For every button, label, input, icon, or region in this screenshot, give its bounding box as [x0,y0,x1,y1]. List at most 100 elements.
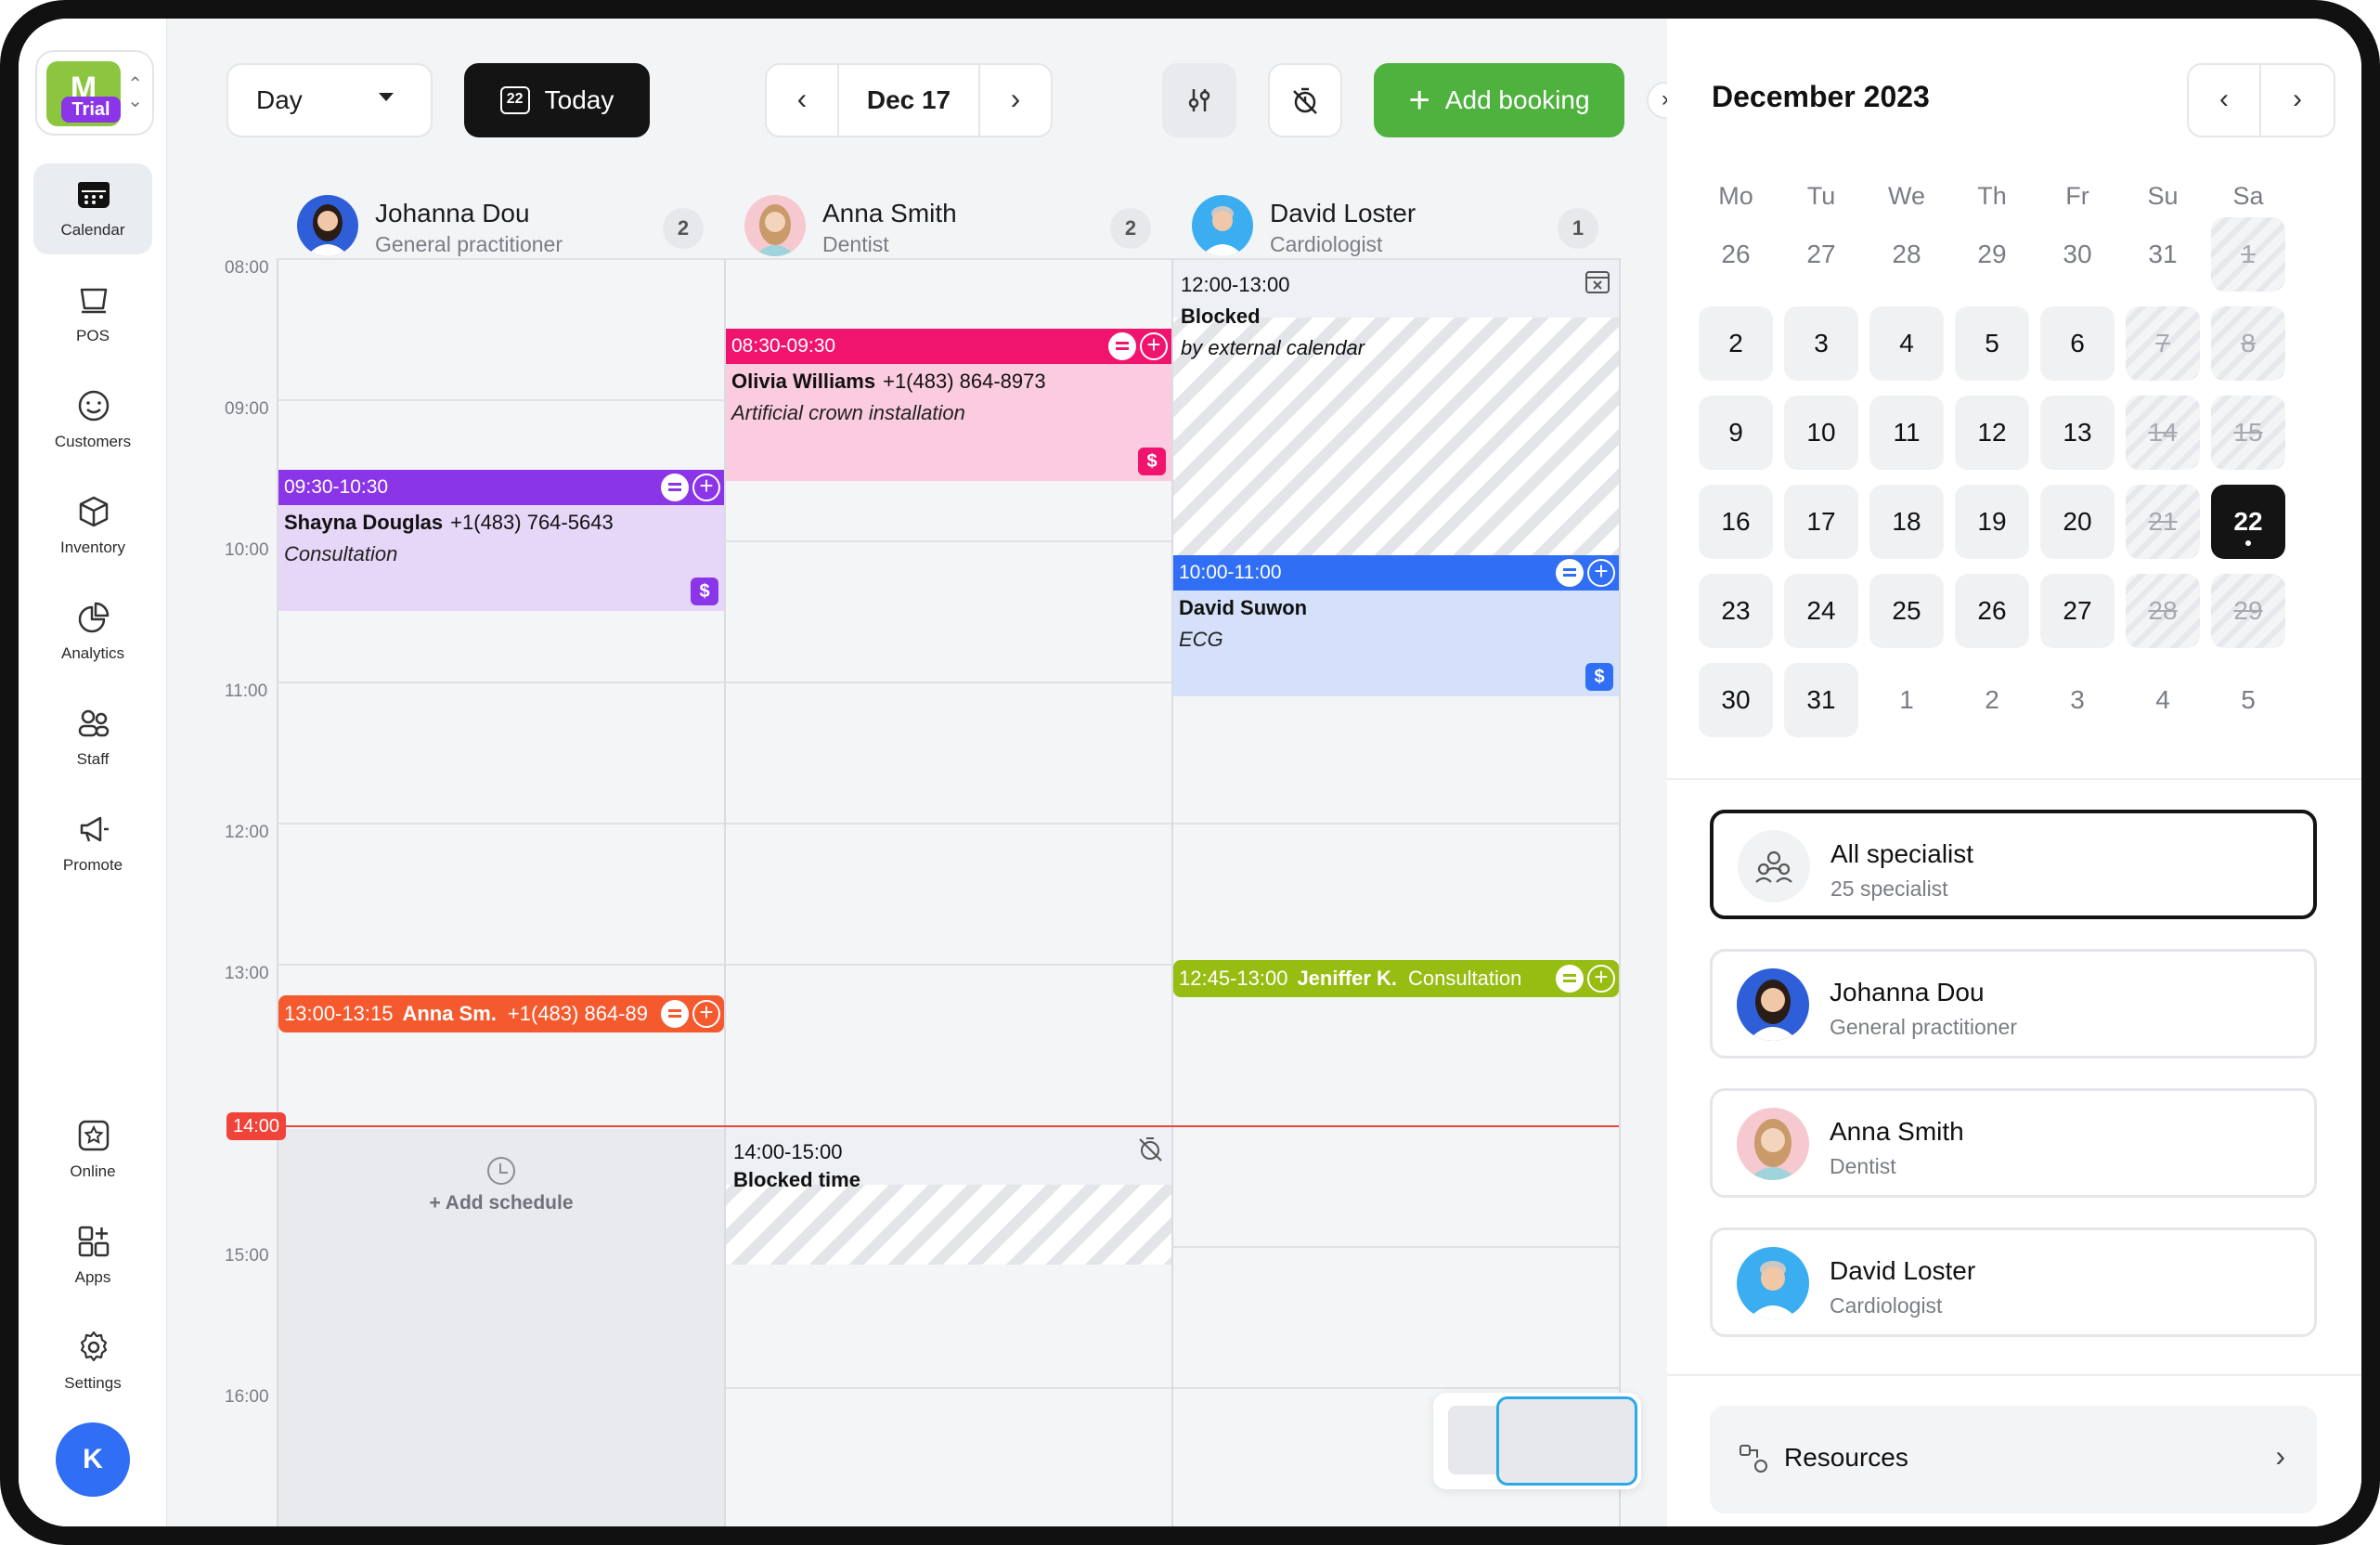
apps-icon [78,1226,110,1257]
booking-card[interactable]: 10:00-11:00 + David Suwon ECG $ [1173,555,1619,696]
chat-icon[interactable] [661,1000,689,1028]
calendar-day[interactable]: 28 [2126,574,2200,648]
timer-off-icon[interactable] [1136,1135,1164,1162]
weekday-label: Mo [1718,182,1753,210]
calendar-day[interactable]: 30 [2040,217,2115,292]
user-avatar[interactable]: K [56,1422,130,1497]
calendar-day[interactable]: 13 [2040,396,2115,470]
specialist-item[interactable]: Johanna Dou General practitioner [1710,949,2317,1058]
calendar-day[interactable]: 12 [1955,396,2029,470]
calendar-day[interactable]: 30 [1699,663,1773,737]
calendar-day[interactable]: 31 [1784,663,1858,737]
sidebar-item-settings[interactable]: Settings [33,1317,152,1408]
chat-icon[interactable] [1556,559,1584,587]
sidebar-item-apps[interactable]: Apps [33,1211,152,1302]
blocked-external-block[interactable]: 12:00-13:00 Blocked by external calendar [1173,260,1619,570]
sidebar-item-online[interactable]: Online [33,1105,152,1196]
calendar-day[interactable]: 1 [2211,217,2285,292]
chat-icon[interactable] [1108,332,1136,360]
add-booking-button[interactable]: + Add booking [1374,63,1624,137]
calendar-day[interactable]: 15 [2211,396,2285,470]
calendar-day[interactable]: 8 [2211,306,2285,381]
sidebar-item-promote[interactable]: Promote [33,798,152,889]
blocked-title: Blocked [1181,305,1261,328]
calendar-day[interactable]: 5 [1955,306,2029,381]
calendar-day[interactable]: 6 [2040,306,2115,381]
resources-button[interactable]: Resources › [1710,1406,2317,1513]
calendar-day[interactable]: 17 [1784,485,1858,559]
prev-day-button[interactable]: ‹ [767,65,839,136]
calendar-day[interactable]: 9 [1699,396,1773,470]
minimap[interactable] [1433,1393,1641,1489]
calendar-day[interactable]: 26 [1955,574,2029,648]
view-select[interactable]: Day [226,63,433,137]
next-month-button[interactable]: › [2261,65,2334,136]
calendar-day[interactable]: 10 [1784,396,1858,470]
timer-off-button[interactable] [1268,63,1342,137]
next-day-button[interactable]: › [978,65,1051,136]
calendar-day[interactable]: 31 [2126,217,2200,292]
hour-line [278,823,1621,824]
specialist-all[interactable]: All specialist 25 specialist [1710,810,2317,919]
add-icon[interactable]: + [692,474,720,501]
specialist-item[interactable]: David Loster Cardiologist [1710,1227,2317,1337]
staff-column-header[interactable]: Johanna Dou General practitioner 2 [278,178,726,271]
sidebar-item-calendar[interactable]: Calendar [33,163,152,254]
calendar-day[interactable]: 27 [2040,574,2115,648]
filter-button[interactable] [1162,63,1236,137]
calendar-day[interactable]: 20 [2040,485,2115,559]
chat-icon[interactable] [1556,965,1584,993]
calendar-day[interactable]: 3 [1784,306,1858,381]
specialist-sub: Cardiologist [1830,1293,1943,1318]
blocked-time-block[interactable]: 14:00-15:00 Blocked time [726,1127,1171,1265]
calendar-day[interactable]: 3 [2040,663,2115,737]
current-date[interactable]: Dec 17 [839,65,978,136]
booking-card[interactable]: 09:30-10:30 + Shayna Douglas +1(483) 764-… [278,470,724,611]
calendar-day[interactable]: 23 [1699,574,1773,648]
today-button[interactable]: 22 Today [464,63,650,137]
calendar-day[interactable]: 27 [1784,217,1858,292]
calendar-day[interactable]: 4 [1869,306,1944,381]
add-icon[interactable]: + [1140,332,1168,360]
calendar-day[interactable]: 18 [1869,485,1944,559]
calendar-day[interactable]: 19 [1955,485,2029,559]
booking-card[interactable]: 13:00-13:15 Anna Sm. +1(483) 864-89 + [278,995,724,1032]
staff-column-header[interactable]: Anna Smith Dentist 2 [726,178,1173,271]
booking-card[interactable]: 12:45-13:00 Jeniffer K. Consultation + [1173,960,1619,997]
sidebar-item-customers[interactable]: Customers [33,375,152,466]
calendar-day-selected[interactable]: 22 [2211,485,2285,559]
calendar-day[interactable]: 29 [1955,217,2029,292]
workspace-switcher[interactable]: M Trial ⌃ ⌄ [35,50,154,136]
calendar-day[interactable]: 7 [2126,306,2200,381]
prev-month-button[interactable]: ‹ [2189,65,2261,136]
calendar-day[interactable]: 28 [1869,217,1944,292]
column-divider [1619,258,1621,1526]
add-icon[interactable]: + [692,1000,720,1028]
calendar-day[interactable]: 1 [1869,663,1944,737]
calendar-day[interactable]: 5 [2211,663,2285,737]
sidebar-item-staff[interactable]: Staff [33,693,152,784]
add-icon[interactable]: + [1587,559,1615,587]
calendar-day[interactable]: 2 [1699,306,1773,381]
calendar-day[interactable]: 29 [2211,574,2285,648]
calendar-day[interactable]: 25 [1869,574,1944,648]
calendar-day[interactable]: 4 [2126,663,2200,737]
sidebar-item-pos[interactable]: POS [33,269,152,360]
minimap-viewport[interactable] [1496,1396,1637,1486]
add-schedule-button[interactable]: + Add schedule [278,1157,724,1214]
sidebar-item-analytics[interactable]: Analytics [33,587,152,678]
add-icon[interactable]: + [1587,965,1615,993]
calendar-blocked-icon[interactable] [1584,267,1611,295]
calendar-day[interactable]: 24 [1784,574,1858,648]
calendar-day[interactable]: 14 [2126,396,2200,470]
chat-icon[interactable] [661,474,689,501]
calendar-day[interactable]: 21 [2126,485,2200,559]
calendar-day[interactable]: 2 [1955,663,2029,737]
booking-card[interactable]: 08:30-09:30 + Olivia Williams +1(483) 864… [726,329,1171,481]
sidebar-item-inventory[interactable]: Inventory [33,481,152,572]
staff-column-header[interactable]: David Loster Cardiologist 1 [1173,178,1621,271]
calendar-day[interactable]: 26 [1699,217,1773,292]
calendar-day[interactable]: 16 [1699,485,1773,559]
calendar-day[interactable]: 11 [1869,396,1944,470]
specialist-item[interactable]: Anna Smith Dentist [1710,1088,2317,1198]
